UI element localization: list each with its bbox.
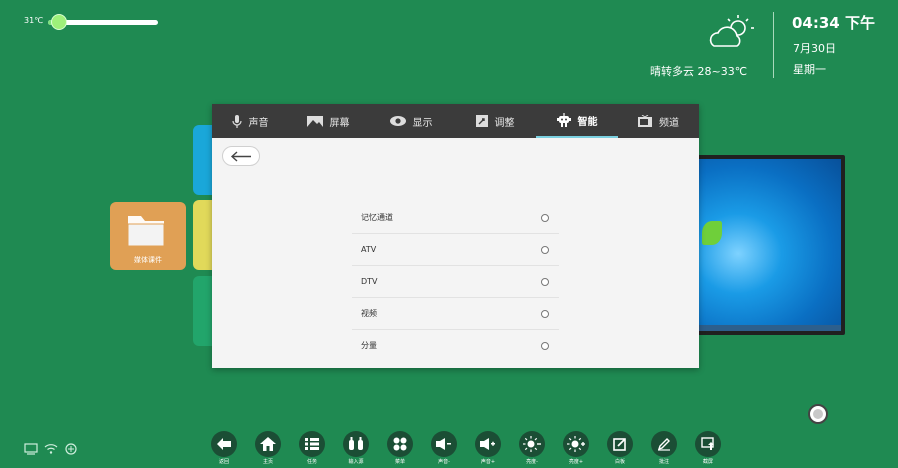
- floating-assist-button[interactable]: [808, 404, 828, 424]
- option-label: 记忆通道: [361, 213, 393, 222]
- brightness-up-icon: [567, 436, 585, 452]
- task-list-icon: [305, 438, 319, 450]
- input-source-icon: [349, 437, 363, 450]
- settings-tab-bar: 声音 屏幕 显示 调整 智能 频道: [212, 104, 699, 138]
- floating-button-dot: [813, 409, 823, 419]
- dock-label: 白板: [614, 459, 625, 465]
- dock-item-menu[interactable]: 菜单: [378, 431, 422, 468]
- tab-label: 智能: [577, 116, 598, 128]
- dock-label: 批注: [658, 459, 669, 465]
- folder-icon: [127, 216, 165, 247]
- annotate-icon: [657, 438, 670, 451]
- back-button[interactable]: [222, 146, 260, 166]
- tab-screen[interactable]: 屏幕: [288, 104, 368, 138]
- clock-time: 04:34 下午: [792, 14, 875, 32]
- dock-item-screenshot[interactable]: 截屏: [686, 431, 730, 468]
- brightness-down-icon: [523, 436, 541, 452]
- media-courseware-tile[interactable]: 媒体课件: [110, 202, 186, 270]
- tab-label: 屏幕: [329, 117, 350, 129]
- back-arrow-icon: [230, 151, 251, 162]
- dock-label: 主页: [262, 459, 273, 465]
- tv-icon: [638, 115, 652, 127]
- dock-label: 返回: [218, 459, 229, 465]
- option-list: 记忆通道 ATV DTV 视频 分量: [352, 202, 559, 361]
- temperature-slider-knob[interactable]: [51, 14, 67, 30]
- option-radio[interactable]: [541, 245, 549, 254]
- bottom-dock: 返回 主页 任务 输入源 菜单 声音- 声音+ 亮度- 亮度+ 白板 批注 截屏: [202, 431, 730, 468]
- dock-label: 截屏: [702, 459, 713, 465]
- option-row-video[interactable]: 视频: [352, 298, 559, 330]
- dock-label: 亮度-: [526, 459, 538, 465]
- tab-label: 频道: [659, 117, 679, 129]
- dock-item-tasks[interactable]: 任务: [290, 431, 334, 468]
- menu-icon: [393, 437, 407, 451]
- divider: [773, 12, 774, 78]
- dock-item-brightness-down[interactable]: 亮度-: [510, 431, 554, 468]
- eye-icon: [389, 116, 406, 126]
- network-share-icon[interactable]: [64, 443, 78, 455]
- weather-description: 晴转多云 28~33℃: [650, 65, 748, 78]
- dock-label: 输入源: [348, 459, 364, 465]
- option-row-dtv[interactable]: DTV: [352, 266, 559, 298]
- status-icons: [24, 443, 78, 455]
- tab-smart[interactable]: 智能: [536, 104, 618, 138]
- pc-screen: [694, 159, 841, 331]
- tab-display[interactable]: 显示: [368, 104, 454, 138]
- dock-item-whiteboard[interactable]: 白板: [598, 431, 642, 468]
- tab-label: 调整: [494, 117, 515, 129]
- volume-up-icon: [480, 438, 495, 450]
- back-arrow-icon: [217, 438, 231, 450]
- option-radio[interactable]: [541, 213, 549, 222]
- whiteboard-icon: [613, 438, 626, 451]
- partly-cloudy-icon: [709, 15, 754, 47]
- tab-label: 显示: [412, 117, 433, 129]
- option-label: DTV: [361, 277, 378, 286]
- temperature-label: 31℃: [24, 16, 44, 25]
- clock-date: 7月30日: [793, 42, 836, 55]
- volume-down-icon: [436, 438, 451, 450]
- media-tile-label: 媒体课件: [134, 256, 162, 264]
- home-icon: [260, 437, 276, 451]
- dock-item-brightness-up[interactable]: 亮度+: [554, 431, 598, 468]
- tab-adjust[interactable]: 调整: [454, 104, 536, 138]
- tab-label: 声音: [248, 117, 269, 129]
- robot-icon: [556, 113, 571, 127]
- dock-label: 任务: [306, 459, 317, 465]
- dock-item-annotate[interactable]: 批注: [642, 431, 686, 468]
- option-radio[interactable]: [541, 309, 549, 318]
- settings-dialog: 声音 屏幕 显示 调整 智能 频道 记忆通道 ATV DTV 视频 分量: [212, 104, 699, 368]
- pc-taskbar: [694, 325, 841, 331]
- dock-label: 亮度+: [568, 459, 584, 465]
- option-label: ATV: [361, 245, 377, 254]
- option-row-atv[interactable]: ATV: [352, 234, 559, 266]
- screen-icon: [306, 115, 323, 127]
- wifi-icon[interactable]: [44, 443, 58, 455]
- option-radio[interactable]: [541, 277, 549, 286]
- dock-item-volume-down[interactable]: 声音-: [422, 431, 466, 468]
- option-row-component[interactable]: 分量: [352, 330, 559, 361]
- dock-item-input-source[interactable]: 输入源: [334, 431, 378, 468]
- dock-item-back[interactable]: 返回: [202, 431, 246, 468]
- display-source-icon[interactable]: [24, 443, 38, 455]
- dock-item-home[interactable]: 主页: [246, 431, 290, 468]
- microphone-icon: [231, 114, 242, 128]
- pc-preview-window[interactable]: [690, 155, 845, 335]
- clock-weekday: 星期一: [793, 63, 826, 76]
- adjust-icon: [475, 115, 488, 127]
- tab-sound[interactable]: 声音: [212, 104, 288, 138]
- windows-logo: [702, 221, 722, 245]
- dock-label: 声音-: [438, 459, 450, 465]
- option-label: 视频: [361, 309, 377, 318]
- screenshot-icon: [701, 437, 714, 450]
- option-label: 分量: [361, 341, 377, 350]
- option-radio[interactable]: [541, 341, 549, 350]
- option-row-memory-channel[interactable]: 记忆通道: [352, 202, 559, 234]
- dock-label: 声音+: [480, 459, 496, 465]
- dock-item-volume-up[interactable]: 声音+: [466, 431, 510, 468]
- tab-channel[interactable]: 频道: [618, 104, 699, 138]
- dock-label: 菜单: [394, 459, 405, 465]
